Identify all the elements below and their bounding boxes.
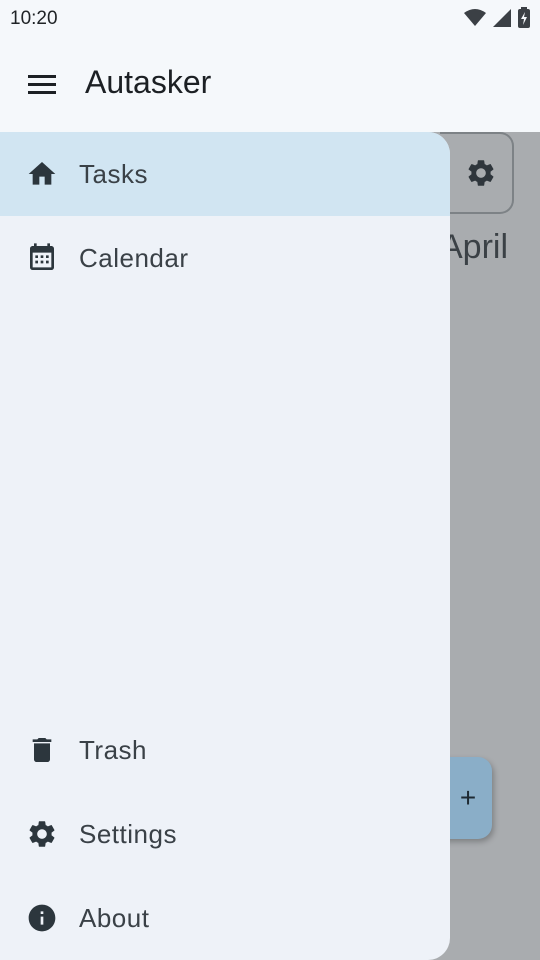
settings-button[interactable] [440,132,514,214]
status-icons [464,7,530,28]
drawer-item-about[interactable]: About [0,876,450,960]
navigation-drawer: Tasks Calendar Trash Settings About [0,132,450,960]
drawer-item-trash[interactable]: Trash [0,708,450,792]
status-time: 10:20 [10,8,58,29]
trash-icon [26,734,58,766]
drawer-item-settings[interactable]: Settings [0,792,450,876]
battery-icon [518,7,530,28]
drawer-item-calendar[interactable]: Calendar [0,216,450,300]
app-bar: Autasker [0,38,540,132]
gear-icon [26,818,58,850]
gear-icon [465,157,497,189]
drawer-item-label: Tasks [79,158,148,189]
home-icon [26,158,58,190]
drawer-item-label: Trash [79,734,147,765]
status-bar: 10:20 [0,0,540,38]
drawer-item-label: Calendar [79,242,189,273]
drawer-item-label: Settings [79,818,177,849]
app-title: Autasker [85,64,212,100]
wifi-icon [464,8,486,27]
plus-icon: + [459,782,477,813]
drawer-item-label: About [79,902,150,933]
menu-button[interactable] [22,66,62,102]
month-label: April [440,228,509,266]
info-icon [26,902,58,934]
signal-icon [492,8,512,28]
hamburger-icon [28,74,56,94]
calendar-icon [26,242,58,274]
drawer-item-tasks[interactable]: Tasks [0,132,450,216]
